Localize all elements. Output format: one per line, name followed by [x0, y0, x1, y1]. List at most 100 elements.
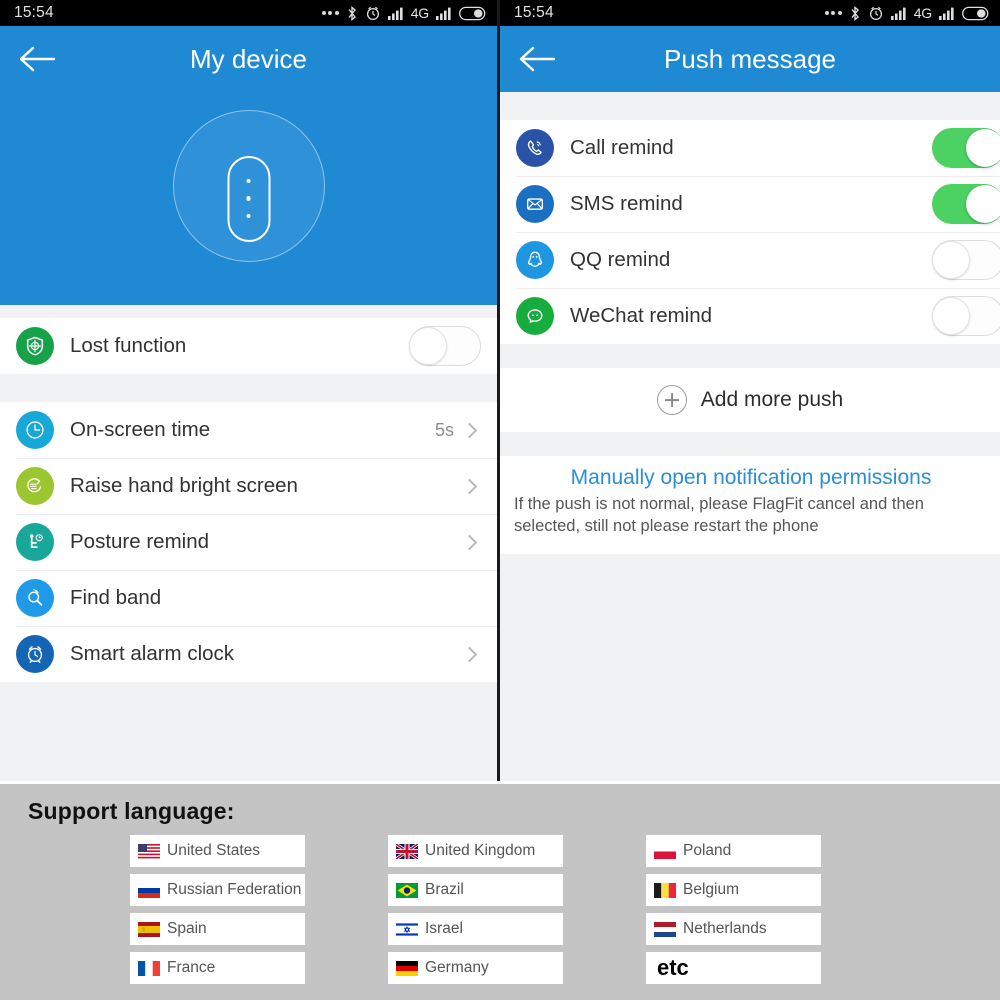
language-column-2: United Kingdom Brazil Israel Germany: [388, 835, 563, 984]
toggle-knob: [932, 297, 970, 335]
section-push-toggles: Call remind SMS remind QQ remind WeChat …: [500, 120, 1000, 344]
row-raise-hand-bright-screen[interactable]: Raise hand bright screen: [0, 458, 497, 514]
row-lost-function[interactable]: Lost function: [0, 318, 497, 374]
chevron-right-icon: [461, 646, 478, 662]
row-sms-remind[interactable]: SMS remind: [500, 176, 1000, 232]
language-chip[interactable]: Germany: [388, 952, 563, 984]
language-chip[interactable]: United States: [130, 835, 305, 867]
back-button-right[interactable]: [510, 35, 566, 83]
arrow-left-icon: [519, 46, 556, 72]
toggle-knob: [966, 185, 1000, 223]
language-name: United States: [167, 842, 261, 859]
row-label: WeChat remind: [570, 304, 713, 327]
flag-fr: [138, 960, 160, 976]
row-label: Smart alarm clock: [70, 642, 235, 665]
language-chip-etc[interactable]: etc: [646, 952, 821, 984]
row-smart-alarm-clock[interactable]: Smart alarm clock: [0, 626, 497, 682]
plus-circle-icon: [656, 385, 687, 415]
language-chip[interactable]: Brazil: [388, 874, 563, 906]
row-posture-remind[interactable]: Posture remind: [0, 514, 497, 570]
language-chip[interactable]: Belgium: [646, 874, 821, 906]
status-time: 15:54: [14, 4, 54, 21]
find-band-icon: [16, 579, 54, 617]
flag-nl: [654, 921, 676, 937]
notice-text: If the push is not normal, please FlagFi…: [514, 495, 924, 535]
language-name: Germany: [425, 959, 489, 976]
qq-penguin-icon: [516, 241, 554, 279]
more-dots-icon: [824, 11, 842, 15]
flag-be: [654, 882, 676, 898]
battery-icon: [962, 6, 989, 20]
language-name: Spain: [167, 920, 207, 937]
language-column-3: Poland Belgium Netherlands etc: [646, 835, 821, 984]
flag-es: [138, 921, 160, 937]
language-name: Netherlands: [683, 920, 767, 937]
row-wechat-remind[interactable]: WeChat remind: [500, 288, 1000, 344]
language-chip[interactable]: Israel: [388, 913, 563, 945]
status-icons: 4G: [824, 5, 990, 22]
row-find-band[interactable]: Find band: [0, 570, 497, 626]
flag-il: [396, 921, 418, 937]
posture-icon: [16, 523, 54, 561]
toggle-knob: [966, 129, 1000, 167]
device-hero: [0, 92, 497, 305]
page-title-left: My device: [189, 43, 308, 74]
language-chip[interactable]: Netherlands: [646, 913, 821, 945]
alarm-icon: [869, 6, 882, 21]
flag-ru: [138, 882, 160, 898]
phone-my-device: 15:54 4G My device Lost function On-scre…: [0, 0, 500, 781]
chevron-right-icon: [461, 478, 478, 494]
appbar-push-message: Push message: [500, 26, 1000, 92]
toggle-sms-remind[interactable]: [932, 184, 1000, 224]
push-section-gap-mid: [500, 344, 1000, 368]
toggle-call-remind[interactable]: [932, 128, 1000, 168]
status-bar-right: 15:54 4G: [500, 0, 1000, 26]
on-screen-time-value: 5s: [434, 419, 454, 440]
row-qq-remind[interactable]: QQ remind: [500, 232, 1000, 288]
back-button-left[interactable]: [10, 35, 66, 83]
add-more-push-button[interactable]: Add more push: [500, 368, 1000, 432]
notice-block: Manually open notification permissions I…: [500, 456, 1000, 554]
support-language-title: Support language:: [28, 798, 235, 824]
language-name: Poland: [683, 842, 732, 859]
row-label: Call remind: [570, 136, 674, 159]
row-label: QQ remind: [570, 248, 671, 271]
language-column-1: United States Russian Federation Spain F…: [130, 835, 305, 984]
flag-br: [396, 882, 418, 898]
row-label: SMS remind: [570, 192, 683, 215]
section-lost-function: Lost function: [0, 318, 497, 374]
row-call-remind[interactable]: Call remind: [500, 120, 1000, 176]
signal-bars-icon: [890, 7, 906, 20]
toggle-wechat-remind[interactable]: [932, 296, 1000, 336]
clock-icon: [16, 411, 54, 449]
network-4g-label: 4G: [913, 5, 932, 21]
sms-envelope-icon: [516, 185, 554, 223]
language-name: Israel: [425, 920, 463, 937]
shield-lost-icon: [16, 327, 54, 365]
status-bar-left: 15:54 4G: [0, 0, 497, 26]
manual-permissions-link[interactable]: Manually open notification permissions: [514, 466, 988, 490]
language-chip[interactable]: United Kingdom: [388, 835, 563, 867]
language-name: Brazil: [425, 881, 464, 898]
section-gap-2: [0, 374, 497, 402]
language-chip[interactable]: Poland: [646, 835, 821, 867]
language-chip[interactable]: France: [130, 952, 305, 984]
push-section-gap-bottom: [500, 432, 1000, 456]
language-chip[interactable]: Russian Federation: [130, 874, 305, 906]
toggle-lost-function[interactable]: [409, 326, 481, 366]
signal-bars-2-icon: [436, 7, 451, 20]
chevron-right-icon: [461, 534, 478, 550]
row-label: Lost function: [70, 334, 187, 357]
flag-de: [396, 960, 418, 976]
language-name: Belgium: [683, 881, 739, 898]
chevron-right-icon: [461, 422, 478, 438]
alarm-icon: [366, 6, 379, 21]
wechat-icon: [516, 297, 554, 335]
network-4g-label: 4G: [410, 5, 429, 21]
row-on-screen-time[interactable]: On-screen time 5s: [0, 402, 497, 458]
status-icons: 4G: [321, 5, 487, 22]
row-label: Posture remind: [70, 530, 210, 553]
toggle-qq-remind[interactable]: [932, 240, 1000, 280]
more-dots-icon: [321, 11, 339, 15]
language-chip[interactable]: Spain: [130, 913, 305, 945]
